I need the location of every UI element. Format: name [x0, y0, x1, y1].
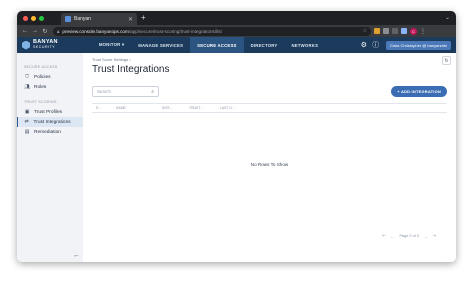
- page-indicator: Page 0 of 0: [399, 234, 419, 238]
- next-page-icon[interactable]: →: [424, 234, 428, 239]
- tab-strip: Banyan ✕ + ⌄: [17, 11, 456, 25]
- table-header: S... NAME INTE... TRUST ... LAST U...: [92, 104, 447, 113]
- nav-manage-services[interactable]: MANAGE SERVICES: [131, 37, 190, 53]
- profile-icon: ▣: [24, 109, 30, 115]
- document-icon: ▤: [24, 129, 30, 135]
- reload-icon[interactable]: ↻: [41, 28, 49, 35]
- tab-title: Banyan: [74, 16, 91, 22]
- search-icon: ⌕: [151, 88, 154, 95]
- sidebar: SECURE ACCESS ⛉ Policies 👥︎ Roles TRUST …: [17, 53, 83, 262]
- collapse-sidebar-icon[interactable]: ←: [73, 252, 80, 259]
- forward-icon[interactable]: →: [31, 28, 39, 34]
- refresh-icon[interactable]: ↻: [442, 56, 451, 65]
- search-placeholder: Search: [97, 89, 111, 94]
- sidebar-item-label: Trust Profiles: [34, 109, 63, 115]
- close-window-button[interactable]: [23, 15, 28, 21]
- column-header-integration[interactable]: INTE...: [158, 106, 185, 110]
- sidebar-item-policies[interactable]: ⛉ Policies: [17, 72, 83, 82]
- column-header-status[interactable]: S...: [92, 106, 112, 110]
- profile-avatar[interactable]: C: [410, 27, 417, 35]
- browser-window: Banyan ✕ + ⌄ ← → ↻ 🔒︎ preview.console.ba…: [17, 11, 456, 262]
- logo-mark-icon: [22, 40, 30, 50]
- sidebar-item-remediation[interactable]: ▤ Remediation: [17, 127, 83, 137]
- sidebar-item-trust-integrations[interactable]: ⇄ Trust Integrations: [17, 117, 83, 127]
- new-tab-button[interactable]: +: [141, 13, 146, 23]
- address-bar[interactable]: 🔒︎ preview.console.banyanops.com /app/se…: [53, 26, 371, 36]
- help-icon[interactable]: ⓘ: [372, 41, 380, 49]
- settings-gear-icon[interactable]: ⚙: [360, 41, 368, 49]
- favicon-icon: [65, 16, 71, 22]
- sidebar-item-label: Roles: [34, 84, 47, 90]
- extension-icon[interactable]: [401, 28, 407, 34]
- page-title: Trust Integrations: [92, 64, 170, 75]
- header-actions: ⚙ ⓘ Clara Christopher @ banyanmfz: [356, 40, 451, 50]
- sidebar-item-label: Policies: [34, 74, 51, 80]
- nav-secure-access[interactable]: SECURE ACCESS: [190, 37, 244, 53]
- sidebar-item-label: Remediation: [34, 129, 61, 135]
- extensions-puzzle-icon[interactable]: [392, 28, 398, 34]
- sidebar-section-secure-access: SECURE ACCESS: [24, 65, 58, 69]
- table-toolbar: Search ⌕ + ADD INTEGRATION: [92, 86, 447, 97]
- app-body: SECURE ACCESS ⛉ Policies 👥︎ Roles TRUST …: [17, 53, 456, 262]
- user-menu-button[interactable]: Clara Christopher @ banyanmfz: [385, 40, 451, 50]
- shield-icon: ⛉: [25, 75, 29, 80]
- users-icon: 👥︎: [24, 84, 31, 90]
- column-header-name[interactable]: NAME: [112, 106, 158, 110]
- top-nav: MONITOR ▾ MANAGE SERVICES SECURE ACCESS …: [92, 37, 325, 53]
- sidebar-item-label: Trust Integrations: [33, 119, 71, 125]
- maximize-window-button[interactable]: [39, 15, 44, 21]
- nav-networks[interactable]: NETWORKS: [284, 37, 325, 53]
- url-path: /app/secure/trust-scoring/trust-integrat…: [128, 28, 222, 34]
- lock-icon: 🔒︎: [57, 28, 60, 34]
- pagination: ⇤ ← Page 0 of 0 → ⇥: [380, 233, 438, 239]
- last-page-icon[interactable]: ⇥: [432, 233, 436, 239]
- sidebar-section-trust-scoring: TRUST SCORING: [24, 100, 57, 104]
- browser-tab[interactable]: Banyan ✕: [61, 13, 137, 25]
- banyan-logo[interactable]: BANYAN SECURITY: [22, 40, 58, 50]
- nav-directory[interactable]: DIRECTORY: [244, 37, 285, 53]
- minimize-window-button[interactable]: [31, 15, 36, 21]
- sidebar-item-trust-profiles[interactable]: ▣ Trust Profiles: [17, 107, 83, 117]
- search-input[interactable]: Search ⌕: [92, 86, 159, 97]
- url-host: preview.console.banyanops.com: [62, 28, 129, 34]
- breadcrumb[interactable]: Trust Score Settings ›: [92, 57, 447, 62]
- back-icon[interactable]: ←: [21, 28, 29, 34]
- integrations-table: S... NAME INTE... TRUST ... LAST U... No…: [92, 103, 447, 241]
- bookmark-star-icon[interactable]: ☆: [363, 28, 367, 34]
- app-header: BANYAN SECURITY MONITOR ▾ MANAGE SERVICE…: [17, 37, 456, 53]
- column-header-last-updated[interactable]: LAST U...: [216, 106, 256, 110]
- link-icon: ⇄: [24, 119, 29, 125]
- extension-icon[interactable]: [374, 28, 380, 34]
- empty-state-text: No Rows To Show: [250, 162, 289, 167]
- main-content: Trust Score Settings › Trust Integration…: [83, 53, 456, 262]
- address-toolbar: ← → ↻ 🔒︎ preview.console.banyanops.com /…: [17, 25, 456, 37]
- first-page-icon[interactable]: ⇤: [382, 233, 386, 239]
- logo-subtext: SECURITY: [33, 44, 56, 49]
- previous-page-icon[interactable]: ←: [390, 234, 394, 239]
- tab-search-icon[interactable]: ⌄: [445, 14, 450, 21]
- sidebar-item-roles[interactable]: 👥︎ Roles: [17, 82, 83, 92]
- column-header-trust[interactable]: TRUST ...: [185, 106, 216, 110]
- browser-menu-icon[interactable]: ⋮: [420, 28, 426, 35]
- extension-icon[interactable]: [383, 28, 389, 34]
- add-integration-button[interactable]: + ADD INTEGRATION: [391, 86, 447, 97]
- nav-monitor[interactable]: MONITOR ▾: [92, 37, 131, 53]
- close-tab-icon[interactable]: ✕: [128, 16, 133, 23]
